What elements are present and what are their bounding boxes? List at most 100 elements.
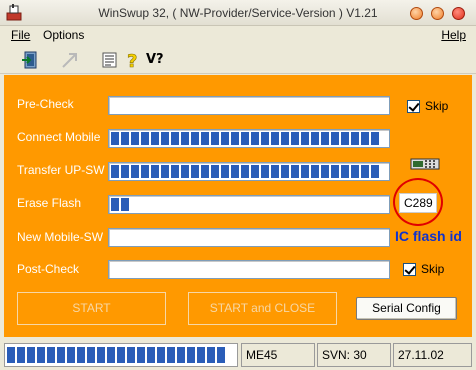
- step-label-precheck: Pre-Check: [17, 97, 74, 111]
- progress-segment: [291, 165, 299, 178]
- progress-segment: [171, 132, 179, 145]
- progress-segment: [341, 165, 349, 178]
- status-model: ME45: [241, 343, 315, 367]
- progress-segment: [207, 347, 215, 363]
- progress-segment: [121, 165, 129, 178]
- progress-segment: [171, 165, 179, 178]
- progress-segment: [167, 347, 175, 363]
- progress-segment: [321, 165, 329, 178]
- step-label-connect-mobile: Connect Mobile: [17, 130, 101, 144]
- version-label: V?: [146, 52, 164, 67]
- progress-segment: [67, 347, 75, 363]
- progress-segment: [161, 132, 169, 145]
- progress-segment: [131, 165, 139, 178]
- step-label-erase-flash: Erase Flash: [17, 196, 82, 210]
- annotation-label: IC flash id: [395, 228, 462, 244]
- maximize-button[interactable]: [431, 7, 444, 20]
- arrow-tool-icon[interactable]: [59, 49, 81, 71]
- progress-segment: [97, 347, 105, 363]
- progress-segment: [301, 165, 309, 178]
- progress-segment: [371, 132, 379, 145]
- progress-segment: [271, 132, 279, 145]
- version-query-icon[interactable]: V?: [146, 49, 168, 71]
- progress-connect-mobile: [108, 129, 390, 148]
- serial-config-button[interactable]: Serial Config: [356, 297, 457, 320]
- progress-segment: [241, 165, 249, 178]
- progress-segment: [217, 347, 225, 363]
- progress-segment: [251, 132, 259, 145]
- progress-transfer-up-sw: [108, 162, 390, 181]
- progress-segment: [211, 132, 219, 145]
- list-icon[interactable]: [99, 49, 121, 71]
- svg-text:?: ?: [127, 51, 137, 71]
- progress-segment: [191, 165, 199, 178]
- annotation-circle: [393, 178, 443, 226]
- status-date: 27.11.02: [393, 343, 472, 367]
- progress-segment: [221, 165, 229, 178]
- progress-segment: [57, 347, 65, 363]
- progress-segment: [281, 165, 289, 178]
- title-bar[interactable]: WinSwup 32, ( NW-Provider/Service-Versio…: [0, 0, 476, 26]
- toolbar: ? V?: [0, 46, 476, 74]
- progress-segment: [331, 132, 339, 145]
- progress-segment: [201, 165, 209, 178]
- minimize-button[interactable]: [410, 7, 423, 20]
- progress-segment: [181, 132, 189, 145]
- progress-segment: [177, 347, 185, 363]
- progress-segment: [147, 347, 155, 363]
- progress-segment: [121, 198, 129, 211]
- progress-segment: [151, 132, 159, 145]
- skip-label: Skip: [421, 262, 445, 276]
- progress-segment: [117, 347, 125, 363]
- progress-post-check: [108, 260, 390, 279]
- progress-segment: [187, 347, 195, 363]
- skip-postcheck-checkbox[interactable]: Skip: [403, 262, 444, 276]
- menu-file[interactable]: File: [11, 28, 30, 42]
- checkbox-checked-icon: [403, 262, 416, 276]
- menu-help[interactable]: Help: [441, 28, 466, 42]
- exit-door-icon[interactable]: [20, 49, 42, 71]
- progress-erase-flash: [108, 195, 390, 214]
- progress-segment: [181, 165, 189, 178]
- update-panel: Pre-Check Skip Connect Mobile Transfer U…: [4, 75, 472, 337]
- progress-segment: [7, 347, 15, 363]
- progress-segment: [291, 132, 299, 145]
- window-title: WinSwup 32, ( NW-Provider/Service-Versio…: [98, 6, 378, 20]
- progress-segment: [47, 347, 55, 363]
- progress-segment: [37, 347, 45, 363]
- progress-segment: [331, 165, 339, 178]
- progress-segment: [311, 165, 319, 178]
- start-button[interactable]: START: [17, 292, 166, 325]
- progress-segment: [271, 165, 279, 178]
- progress-segment: [211, 165, 219, 178]
- progress-segment: [301, 132, 309, 145]
- skip-precheck-checkbox[interactable]: Skip: [407, 99, 448, 113]
- progress-segment: [361, 132, 369, 145]
- progress-segment: [351, 132, 359, 145]
- progress-segment: [321, 132, 329, 145]
- progress-segment: [231, 132, 239, 145]
- progress-segment: [87, 347, 95, 363]
- progress-segment: [27, 347, 35, 363]
- mobile-phone-icon: [410, 158, 440, 170]
- progress-segment: [77, 347, 85, 363]
- menu-options[interactable]: Options: [43, 28, 84, 42]
- step-label-transfer-up-sw: Transfer UP-SW: [17, 163, 105, 177]
- close-button[interactable]: [452, 7, 465, 20]
- progress-segment: [341, 132, 349, 145]
- progress-segment: [151, 165, 159, 178]
- checkbox-checked-icon: [407, 99, 420, 113]
- progress-segment: [111, 165, 119, 178]
- progress-segment: [251, 165, 259, 178]
- progress-segment: [17, 347, 25, 363]
- progress-segment: [121, 132, 129, 145]
- status-progress: [4, 343, 238, 367]
- progress-segment: [201, 132, 209, 145]
- start-and-close-button[interactable]: START and CLOSE: [188, 292, 337, 325]
- progress-new-mobile-sw: [108, 228, 390, 247]
- progress-segment: [221, 132, 229, 145]
- progress-segment: [241, 132, 249, 145]
- progress-segment: [111, 132, 119, 145]
- progress-segment: [191, 132, 199, 145]
- help-question-icon[interactable]: ?: [122, 49, 144, 71]
